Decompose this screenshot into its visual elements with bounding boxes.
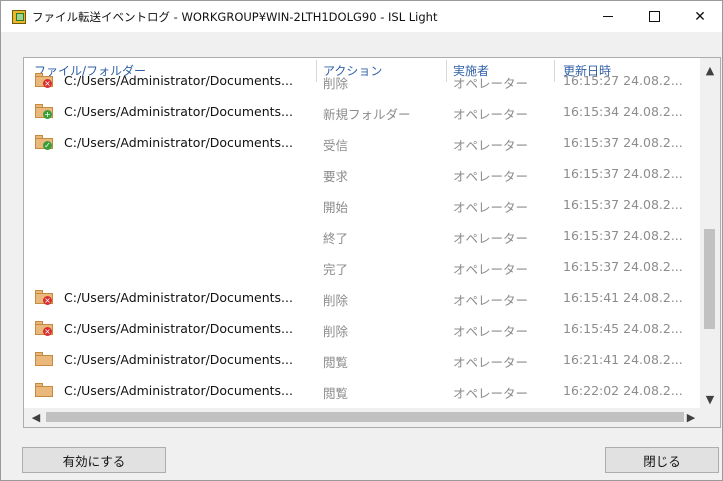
- close-button[interactable]: 閉じる: [605, 447, 719, 473]
- table-row[interactable]: C:/Users/Administrator/Documents... 閲覧 オペレ…: [24, 347, 700, 378]
- date-cell: 16:15:34 24.08.2...: [563, 104, 683, 119]
- table-row[interactable]: 要求 オペレーター 16:15:37 24.08.2...: [24, 161, 700, 192]
- close-icon: ✕: [694, 8, 706, 25]
- delete-badge-icon: ×: [43, 79, 52, 88]
- folder-delete-icon: ×: [35, 290, 53, 305]
- table-row[interactable]: × C:/Users/Administrator/Documents... 削除 オペ…: [24, 285, 700, 316]
- table-row[interactable]: 終了 オペレーター 16:15:37 24.08.2...: [24, 223, 700, 254]
- action-cell: 閲覧: [323, 386, 349, 401]
- delete-badge-icon: ×: [43, 327, 52, 336]
- folder-new-icon: +: [35, 104, 53, 119]
- vertical-scroll-thumb[interactable]: [704, 229, 715, 329]
- table-row[interactable]: C:/Users/Administrator/Documents... 閲覧 オペレ…: [24, 378, 700, 409]
- action-cell: 受信: [323, 138, 349, 153]
- performer-cell: オペレーター: [453, 231, 529, 246]
- file-event-list[interactable]: ファイル/フォルダー アクション 実施者 更新日時 × C:/Users/Admi…: [23, 57, 721, 428]
- delete-badge-icon: ×: [43, 296, 52, 305]
- date-cell: 16:15:37 24.08.2...: [563, 166, 683, 181]
- date-cell: 16:15:37 24.08.2...: [563, 228, 683, 243]
- performer-cell: オペレーター: [453, 355, 529, 370]
- performer-cell: オペレーター: [453, 76, 529, 91]
- performer-cell: オペレーター: [453, 386, 529, 401]
- file-path-cell: C:/Users/Administrator/Documents...: [64, 104, 293, 119]
- folder-icon: [35, 352, 53, 366]
- file-path-cell: C:/Users/Administrator/Documents...: [64, 73, 293, 88]
- app-icon: [12, 10, 26, 24]
- performer-cell: オペレーター: [453, 262, 529, 277]
- performer-cell: オペレーター: [453, 293, 529, 308]
- scroll-down-icon[interactable]: ▼: [700, 393, 720, 406]
- maximize-button[interactable]: [631, 1, 677, 32]
- maximize-icon: [648, 11, 660, 22]
- file-path-cell: C:/Users/Administrator/Documents...: [64, 135, 293, 150]
- scrollbar-corner: [700, 408, 720, 427]
- file-path-cell: C:/Users/Administrator/Documents...: [64, 290, 293, 305]
- file-transfer-log-window: ファイル転送イベントログ - WORKGROUP¥WIN-2LTH1DOLG90…: [0, 0, 723, 481]
- date-cell: 16:21:41 24.08.2...: [563, 352, 683, 367]
- horizontal-scrollbar[interactable]: ◀ ▶: [24, 408, 700, 427]
- vertical-scrollbar[interactable]: ▲ ▼: [700, 58, 720, 408]
- check-badge-icon: ✓: [43, 141, 52, 150]
- action-cell: 開始: [323, 200, 349, 215]
- title-bar[interactable]: ファイル転送イベントログ - WORKGROUP¥WIN-2LTH1DOLG90…: [1, 1, 722, 32]
- date-cell: 16:15:37 24.08.2...: [563, 259, 683, 274]
- action-cell: 新規フォルダー: [323, 107, 411, 122]
- action-cell: 要求: [323, 169, 349, 184]
- folder-delete-icon: ×: [35, 321, 53, 336]
- table-row[interactable]: + C:/Users/Administrator/Documents... 新規フォ…: [24, 99, 700, 130]
- table-row[interactable]: 開始 オペレーター 16:15:37 24.08.2...: [24, 192, 700, 223]
- minimize-button[interactable]: [585, 1, 631, 32]
- table-row[interactable]: × C:/Users/Administrator/Documents... 削除 オペ…: [24, 316, 700, 347]
- table-row[interactable]: × C:/Users/Administrator/Documents... 削除 オペ…: [24, 68, 700, 99]
- performer-cell: オペレーター: [453, 324, 529, 339]
- action-cell: 削除: [323, 324, 349, 339]
- table-row[interactable]: 完了 オペレーター 16:15:37 24.08.2...: [24, 254, 700, 285]
- action-cell: 終了: [323, 231, 349, 246]
- action-cell: 削除: [323, 293, 349, 308]
- performer-cell: オペレーター: [453, 138, 529, 153]
- file-path-cell: C:/Users/Administrator/Documents...: [64, 321, 293, 336]
- date-cell: 16:15:27 24.08.2...: [563, 73, 683, 88]
- scroll-right-icon[interactable]: ▶: [681, 411, 701, 424]
- folder-receive-icon: ✓: [35, 135, 53, 150]
- date-cell: 16:15:45 24.08.2...: [563, 321, 683, 336]
- file-path-cell: C:/Users/Administrator/Documents...: [64, 383, 293, 398]
- file-path-cell: C:/Users/Administrator/Documents...: [64, 352, 293, 367]
- date-cell: 16:15:37 24.08.2...: [563, 197, 683, 212]
- enable-button[interactable]: 有効にする: [22, 447, 166, 473]
- close-window-button[interactable]: ✕: [677, 1, 723, 32]
- minimize-icon: [603, 16, 613, 17]
- horizontal-scroll-thumb[interactable]: [46, 412, 684, 422]
- date-cell: 16:15:37 24.08.2...: [563, 135, 683, 150]
- action-cell: 完了: [323, 262, 349, 277]
- performer-cell: オペレーター: [453, 169, 529, 184]
- action-cell: 削除: [323, 76, 349, 91]
- table-row[interactable]: ✓ C:/Users/Administrator/Documents... 受信 オペ…: [24, 130, 700, 161]
- performer-cell: オペレーター: [453, 200, 529, 215]
- performer-cell: オペレーター: [453, 107, 529, 122]
- scroll-left-icon[interactable]: ◀: [26, 411, 46, 424]
- folder-icon: [35, 383, 53, 397]
- date-cell: 16:22:02 24.08.2...: [563, 383, 683, 398]
- action-cell: 閲覧: [323, 355, 349, 370]
- scroll-up-icon[interactable]: ▲: [700, 64, 720, 77]
- window-title: ファイル転送イベントログ - WORKGROUP¥WIN-2LTH1DOLG90…: [32, 10, 438, 24]
- folder-delete-icon: ×: [35, 73, 53, 88]
- date-cell: 16:15:41 24.08.2...: [563, 290, 683, 305]
- add-badge-icon: +: [43, 110, 52, 119]
